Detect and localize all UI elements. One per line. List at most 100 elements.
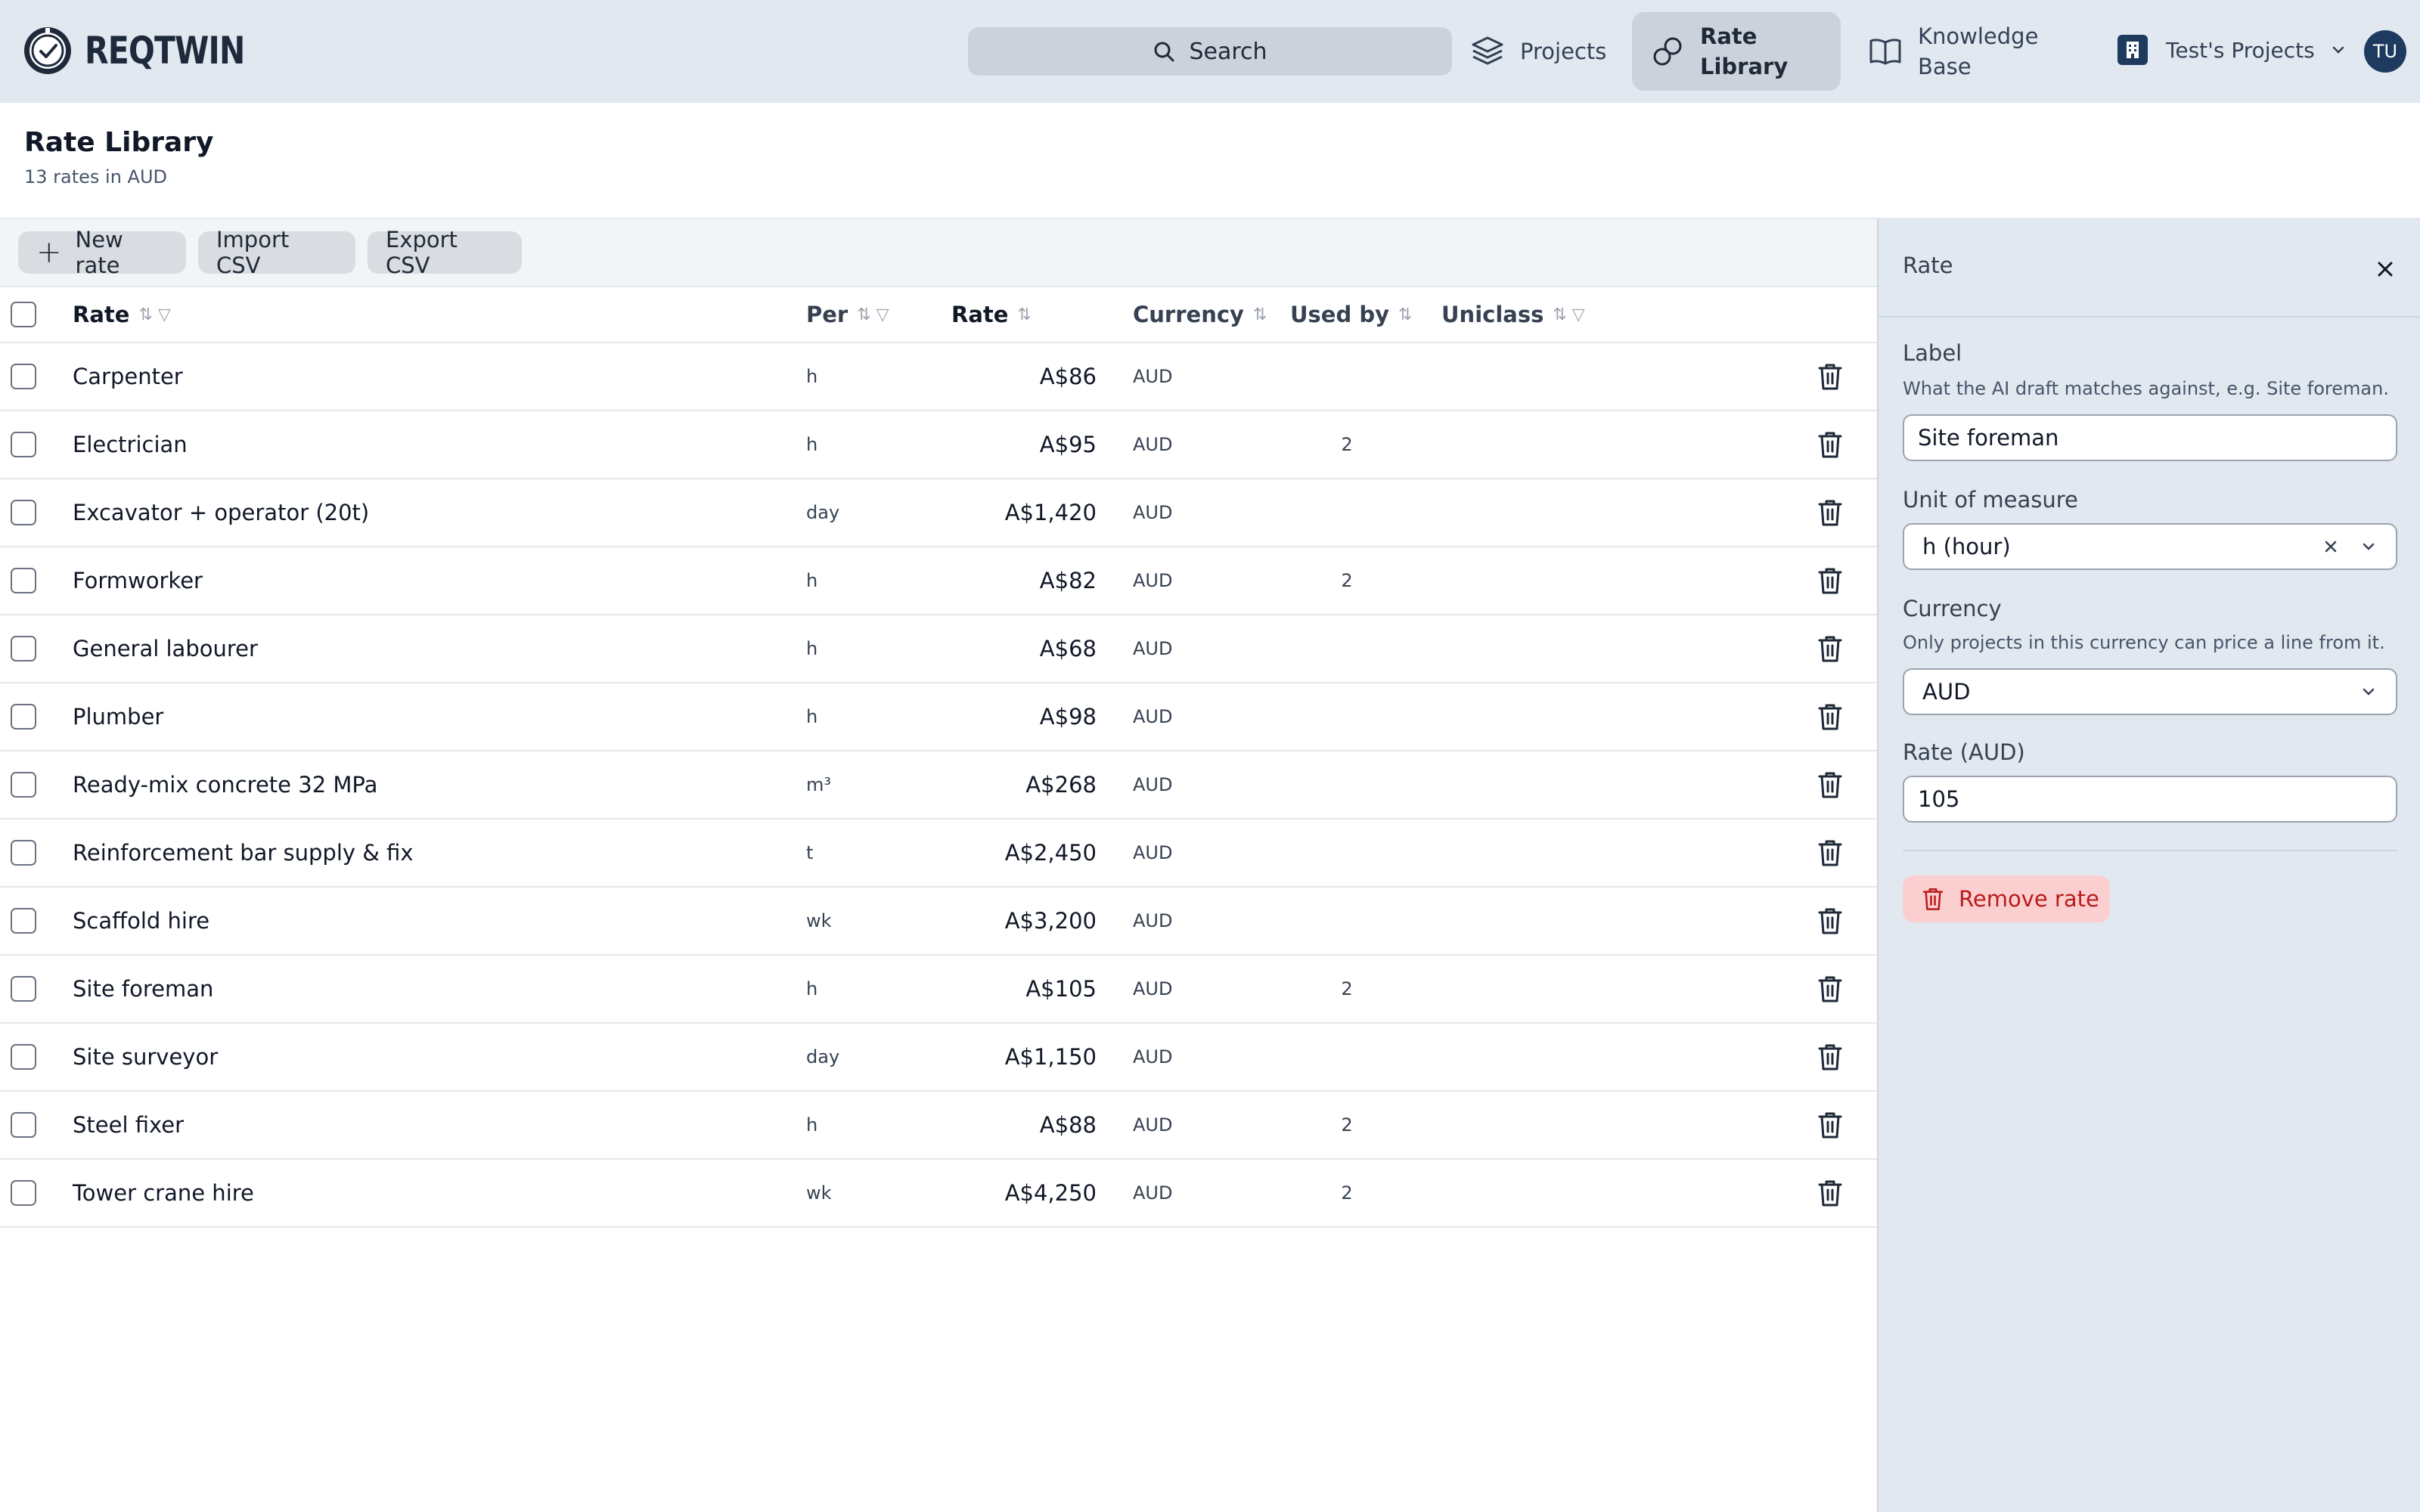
rate-unit: wk bbox=[806, 910, 832, 931]
rate-value: A$88 bbox=[1039, 1112, 1097, 1138]
avatar[interactable]: TU bbox=[2364, 30, 2406, 73]
rate-currency: AUD bbox=[1133, 978, 1173, 999]
trash-icon bbox=[1818, 772, 1842, 798]
rate-label: Reinforcement bar supply & fix bbox=[73, 840, 414, 866]
sort-filter-icons[interactable]: ⇅ ▽ bbox=[857, 305, 889, 324]
delete-row-button[interactable] bbox=[1815, 547, 1845, 614]
currency-field-label: Currency bbox=[1903, 596, 2002, 621]
delete-row-button[interactable] bbox=[1815, 1024, 1845, 1090]
nav-rate-library[interactable]: Rate Library bbox=[1632, 12, 1841, 91]
clear-icon[interactable] bbox=[2322, 538, 2340, 556]
rates-table: Rate ⇅ ▽ Per ⇅ ▽ Rate ⇅ Currency ⇅ Used … bbox=[0, 287, 1877, 1228]
delete-row-button[interactable] bbox=[1815, 479, 1845, 546]
table-row[interactable]: Excavator + operator (20t) day A$1,420 A… bbox=[0, 479, 1877, 547]
rate-input[interactable]: 105 bbox=[1903, 776, 2397, 823]
sort-icon[interactable]: ⇅ bbox=[1253, 305, 1267, 324]
logo[interactable]: REQTWIN bbox=[23, 24, 280, 77]
table-row[interactable]: Electrician h A$95 AUD 2 bbox=[0, 411, 1877, 479]
trash-icon bbox=[1818, 840, 1842, 866]
import-csv-button[interactable]: Import CSV bbox=[198, 227, 355, 278]
table-row[interactable]: Scaffold hire wk A$3,200 AUD bbox=[0, 888, 1877, 956]
nav-rate-label-line2: Library bbox=[1700, 54, 1789, 79]
rate-currency: AUD bbox=[1133, 570, 1173, 591]
row-checkbox[interactable] bbox=[11, 820, 36, 886]
select-all-checkbox[interactable] bbox=[11, 287, 36, 342]
delete-row-button[interactable] bbox=[1815, 751, 1845, 818]
unit-field-label: Unit of measure bbox=[1903, 487, 2078, 513]
sort-icon[interactable]: ⇅ bbox=[1017, 305, 1031, 324]
row-checkbox[interactable] bbox=[11, 1024, 36, 1090]
rate-unit: h bbox=[806, 570, 818, 591]
table-row[interactable]: Site surveyor day A$1,150 AUD bbox=[0, 1024, 1877, 1092]
column-header-currency[interactable]: Currency ⇅ bbox=[1133, 287, 1267, 342]
delete-row-button[interactable] bbox=[1815, 820, 1845, 886]
row-checkbox[interactable] bbox=[11, 956, 36, 1022]
new-rate-button[interactable]: + New rate bbox=[18, 227, 186, 278]
export-csv-button[interactable]: Export CSV bbox=[368, 227, 522, 278]
rate-field-label: Rate (AUD) bbox=[1903, 739, 2025, 765]
row-checkbox[interactable] bbox=[11, 683, 36, 750]
row-checkbox[interactable] bbox=[11, 751, 36, 818]
delete-row-button[interactable] bbox=[1815, 1160, 1845, 1226]
currency-select[interactable]: AUD bbox=[1903, 668, 2397, 715]
divider bbox=[1903, 850, 2397, 851]
trash-icon bbox=[1818, 500, 1842, 526]
delete-row-button[interactable] bbox=[1815, 1092, 1845, 1158]
sort-filter-icons[interactable]: ⇅ ▽ bbox=[138, 305, 170, 324]
table-row[interactable]: Steel fixer h A$88 AUD 2 bbox=[0, 1092, 1877, 1160]
delete-row-button[interactable] bbox=[1815, 888, 1845, 954]
table-row[interactable]: Plumber h A$98 AUD bbox=[0, 683, 1877, 751]
rate-value: A$82 bbox=[1039, 568, 1097, 593]
rate-currency: AUD bbox=[1133, 1182, 1173, 1204]
panel-header: Rate bbox=[1879, 219, 2420, 318]
table-row[interactable]: Ready-mix concrete 32 MPa m³ A$268 AUD bbox=[0, 751, 1877, 820]
rate-currency: AUD bbox=[1133, 434, 1173, 455]
nav-projects[interactable]: Projects bbox=[1470, 12, 1606, 91]
rate-used-by bbox=[1290, 1024, 1404, 1090]
table-row[interactable]: Carpenter h A$86 AUD bbox=[0, 343, 1877, 411]
label-field-help: What the AI draft matches against, e.g. … bbox=[1903, 378, 2389, 399]
delete-row-button[interactable] bbox=[1815, 411, 1845, 478]
row-checkbox[interactable] bbox=[11, 479, 36, 546]
table-row[interactable]: General labourer h A$68 AUD bbox=[0, 615, 1877, 683]
row-checkbox[interactable] bbox=[11, 1160, 36, 1226]
table-row[interactable]: Tower crane hire wk A$4,250 AUD 2 bbox=[0, 1160, 1877, 1228]
sort-filter-icons[interactable]: ⇅ ▽ bbox=[1553, 305, 1584, 324]
rate-label: Excavator + operator (20t) bbox=[73, 500, 370, 525]
nav-rate-label-line1: Rate bbox=[1700, 23, 1758, 49]
workspace-switcher[interactable]: Test's Projects bbox=[2118, 27, 2347, 73]
nav-knowledge-base[interactable]: Knowledge Base bbox=[1868, 12, 2065, 91]
rate-value: A$68 bbox=[1039, 636, 1097, 662]
rate-label: Tower crane hire bbox=[73, 1180, 254, 1206]
column-header-per[interactable]: Per ⇅ ▽ bbox=[806, 287, 889, 342]
chevron-down-icon bbox=[2332, 46, 2344, 54]
delete-row-button[interactable] bbox=[1815, 956, 1845, 1022]
table-row[interactable]: Formworker h A$82 AUD 2 bbox=[0, 547, 1877, 615]
table-row[interactable]: Site foreman h A$105 AUD 2 bbox=[0, 956, 1877, 1024]
row-checkbox[interactable] bbox=[11, 1092, 36, 1158]
delete-row-button[interactable] bbox=[1815, 683, 1845, 750]
rate-currency: AUD bbox=[1133, 842, 1173, 863]
rate-value: A$3,200 bbox=[1004, 908, 1097, 934]
row-checkbox[interactable] bbox=[11, 343, 36, 410]
column-header-used-by[interactable]: Used by ⇅ bbox=[1290, 287, 1457, 342]
unit-select[interactable]: h (hour) bbox=[1903, 523, 2397, 570]
rate-value: A$98 bbox=[1039, 704, 1097, 730]
rate-value: A$86 bbox=[1039, 364, 1097, 389]
search-button[interactable]: Search bbox=[968, 27, 1452, 76]
row-checkbox[interactable] bbox=[11, 615, 36, 682]
row-checkbox[interactable] bbox=[11, 888, 36, 954]
trash-icon bbox=[1818, 908, 1842, 934]
remove-rate-button[interactable]: Remove rate bbox=[1903, 875, 2110, 922]
row-checkbox[interactable] bbox=[11, 547, 36, 614]
close-icon[interactable] bbox=[2372, 256, 2399, 283]
table-row[interactable]: Reinforcement bar supply & fix t A$2,450… bbox=[0, 820, 1877, 888]
delete-row-button[interactable] bbox=[1815, 615, 1845, 682]
column-header-rate-label[interactable]: Rate ⇅ ▽ bbox=[73, 287, 171, 342]
delete-row-button[interactable] bbox=[1815, 343, 1845, 410]
label-input[interactable]: Site foreman bbox=[1903, 414, 2397, 461]
rate-value: A$2,450 bbox=[1004, 840, 1097, 866]
row-checkbox[interactable] bbox=[11, 411, 36, 478]
sort-icon[interactable]: ⇅ bbox=[1398, 305, 1412, 324]
column-header-uniclass[interactable]: Uniclass ⇅ ▽ bbox=[1441, 287, 1585, 342]
